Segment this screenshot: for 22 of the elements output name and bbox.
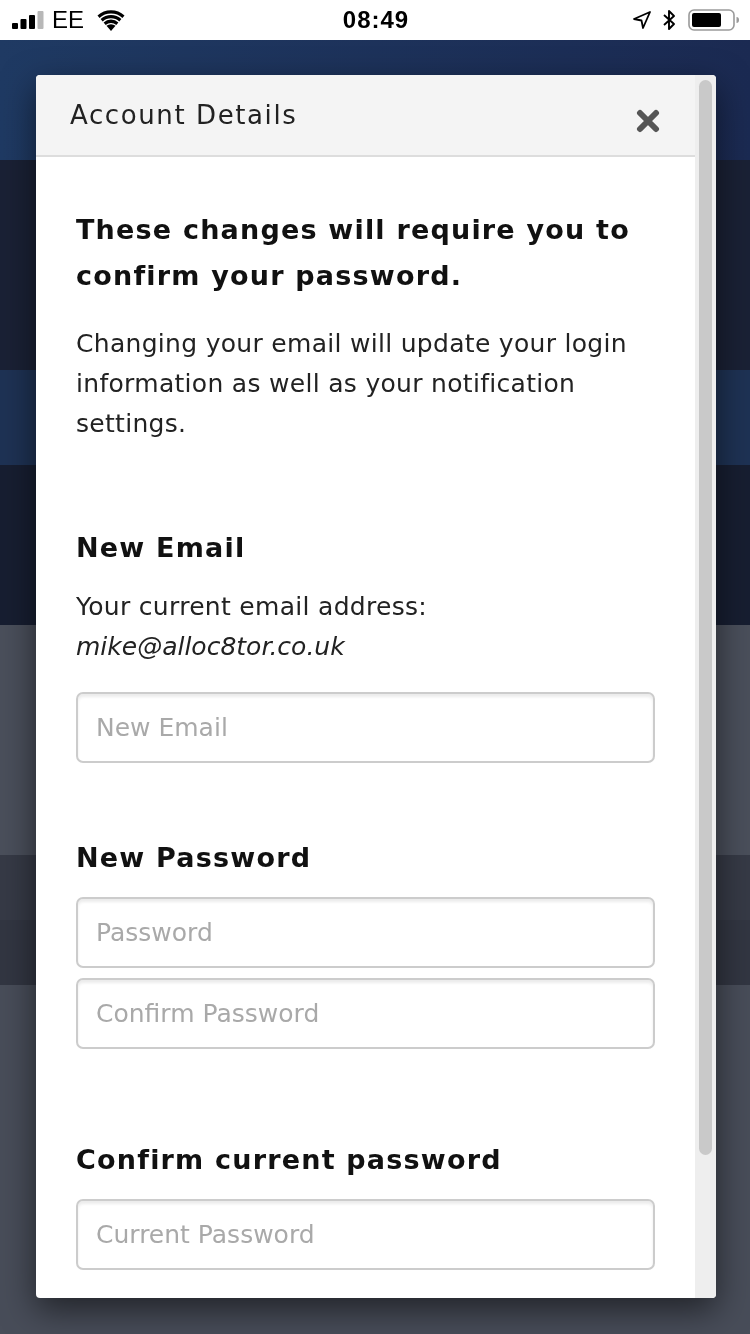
wifi-icon — [96, 9, 126, 31]
section-heading: New Email — [76, 531, 247, 565]
carrier-name: EE — [52, 6, 84, 34]
section-note: Your current email address: — [76, 591, 429, 623]
location-arrow-icon — [633, 11, 651, 29]
input-field[interactable]: Confirm Password — [76, 978, 655, 1049]
close-icon — [636, 109, 660, 133]
battery-icon — [688, 9, 740, 31]
dialog-heading: These changes will require you to confirm your password. — [76, 213, 631, 293]
current-email: mike@alloc8tor.co.uk — [76, 631, 346, 663]
intro-text: Changing your email will update your login information as well as your notification settings. — [76, 328, 628, 440]
input-field[interactable]: New Email — [76, 692, 655, 763]
section-heading: New Password — [76, 841, 313, 875]
input-field[interactable]: Current Password — [76, 1199, 655, 1270]
bluetooth-icon — [663, 9, 676, 31]
input-field[interactable]: Password — [76, 897, 655, 968]
dialog-title: Account Details — [70, 100, 298, 130]
section-heading: Confirm current password — [76, 1143, 503, 1177]
scrollbar-thumb[interactable] — [699, 80, 712, 1155]
signal-icon — [12, 11, 44, 29]
close-button[interactable] — [635, 108, 661, 134]
status-time: 08:49 — [342, 6, 410, 34]
